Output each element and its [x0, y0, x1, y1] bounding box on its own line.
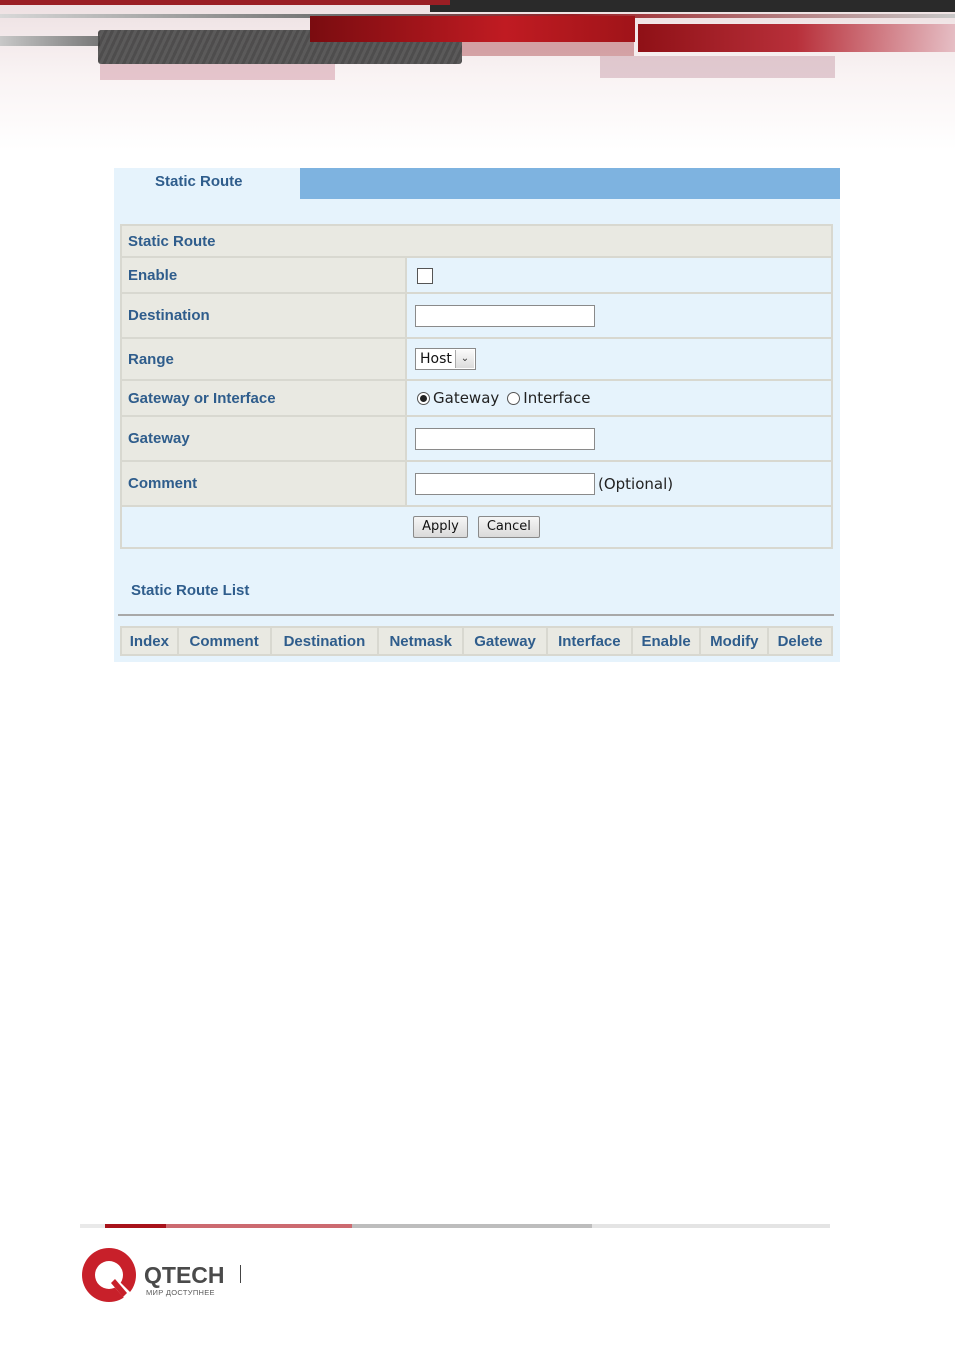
static-route-panel: Static Route Static Route Enable Destina…	[114, 168, 840, 662]
static-route-list-header: Index Comment Destination Netmask Gatewa…	[120, 626, 833, 656]
radio-interface-label: Interface	[523, 389, 591, 408]
static-route-list-title: Static Route List	[131, 582, 250, 599]
column-header-destination: Destination	[269, 626, 380, 656]
gateway-label: Gateway	[120, 415, 407, 462]
radio-gateway[interactable]	[417, 391, 430, 405]
column-header-enable: Enable	[630, 626, 702, 656]
tab-static-route[interactable]: Static Route	[114, 168, 300, 199]
enable-checkbox[interactable]	[417, 267, 433, 284]
comment-label: Comment	[120, 460, 407, 507]
range-select[interactable]: Host ⌄	[415, 348, 476, 370]
gateway-or-interface-label: Gateway or Interface	[120, 379, 407, 417]
brand-tagline: МИР ДОСТУПНЕЕ	[146, 1288, 215, 1297]
enable-label: Enable	[120, 256, 407, 294]
column-header-index: Index	[120, 626, 179, 656]
column-header-interface: Interface	[545, 626, 633, 656]
column-header-gateway: Gateway	[462, 626, 548, 656]
radio-interface[interactable]	[507, 391, 521, 405]
brand-name: QTECH	[144, 1262, 225, 1288]
comment-optional-hint: (Optional)	[598, 474, 674, 493]
column-header-modify: Modify	[699, 626, 770, 656]
column-header-delete: Delete	[767, 626, 833, 656]
range-select-value: Host	[420, 351, 452, 367]
footer-divider	[80, 1224, 830, 1228]
destination-label: Destination	[120, 292, 407, 339]
destination-input[interactable]	[415, 304, 595, 327]
cancel-button[interactable]: Cancel	[477, 516, 540, 538]
apply-button[interactable]: Apply	[413, 516, 468, 538]
header-banner	[0, 0, 955, 150]
form-section-title: Static Route	[120, 224, 833, 258]
tab-bar: Static Route	[114, 168, 840, 199]
column-header-comment: Comment	[176, 626, 272, 656]
qtech-logo-icon	[82, 1248, 136, 1302]
range-label: Range	[120, 337, 407, 381]
list-divider	[118, 614, 834, 616]
gateway-input[interactable]	[415, 427, 595, 450]
footer-separator	[240, 1265, 241, 1283]
column-header-netmask: Netmask	[377, 626, 465, 656]
chevron-down-icon[interactable]: ⌄	[454, 350, 474, 368]
radio-gateway-label: Gateway	[433, 389, 500, 408]
comment-input[interactable]	[415, 472, 595, 495]
static-route-form: Static Route Enable Destination Range Ho…	[120, 224, 833, 549]
